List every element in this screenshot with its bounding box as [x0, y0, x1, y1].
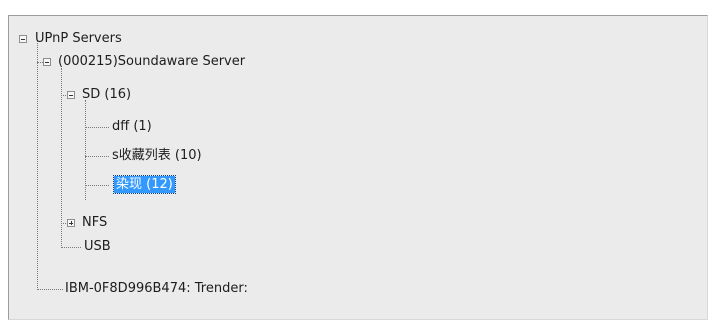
- tree-connector-root: [37, 40, 38, 290]
- tree-connector-dff: [85, 127, 109, 128]
- tree-connector-usb: [61, 247, 81, 248]
- upnp-tree-view[interactable]: UPnP Servers (000215)Soundaware Server S…: [8, 15, 708, 320]
- tree-node-ranxian-selected[interactable]: 染现 (12): [113, 175, 176, 194]
- collapse-sd-icon[interactable]: [67, 91, 75, 99]
- tree-node-renderer[interactable]: IBM-0F8D996B474: Trender:: [63, 280, 250, 297]
- collapse-root-icon[interactable]: [19, 35, 27, 43]
- expand-nfs-icon[interactable]: [67, 219, 75, 227]
- tree-node-usb[interactable]: USB: [82, 238, 113, 255]
- collapse-server-icon[interactable]: [43, 58, 51, 66]
- tree-node-dff[interactable]: dff (1): [110, 118, 154, 135]
- tree-node-sd[interactable]: SD (16): [80, 86, 133, 103]
- tree-connector-renderer: [37, 289, 63, 290]
- tree-content: UPnP Servers (000215)Soundaware Server S…: [9, 16, 707, 319]
- tree-node-favorites[interactable]: s收藏列表 (10): [110, 147, 204, 164]
- tree-node-nfs[interactable]: NFS: [80, 214, 109, 231]
- tree-connector-fav: [85, 156, 109, 157]
- tree-connector-ranxian: [85, 185, 109, 186]
- tree-node-upnp-servers[interactable]: UPnP Servers: [33, 30, 124, 47]
- tree-node-soundaware-server[interactable]: (000215)Soundaware Server: [56, 53, 247, 70]
